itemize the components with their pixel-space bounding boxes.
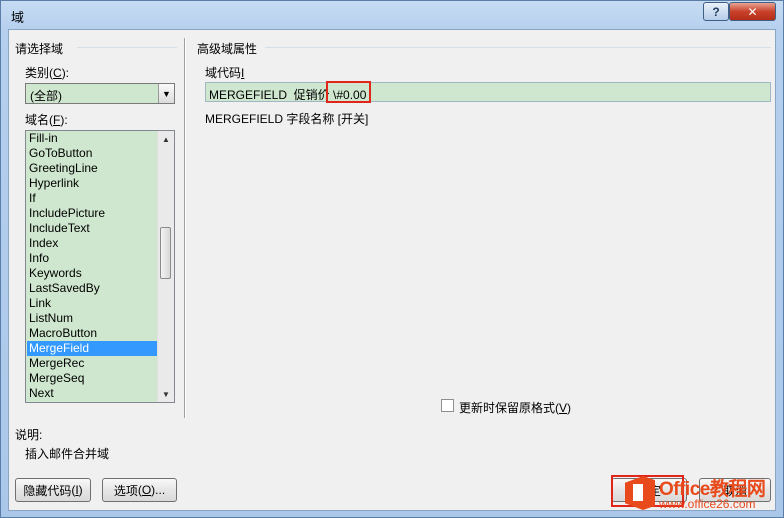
vertical-separator <box>184 38 186 418</box>
dialog-client: 请选择域 类别(C): (全部) ▼ 域名(F): Fill-in GoToBut… <box>8 29 776 511</box>
field-names-list[interactable]: Fill-in GoToButton GreetingLine Hyperlink If… <box>25 130 175 403</box>
watermark-url: www.office26.com <box>659 497 756 511</box>
help-icon: ? <box>712 4 720 19</box>
advanced-properties-group-title: 高级域属性 <box>197 42 258 56</box>
syntax-hint: MERGEFIELD 字段名称 [开关] <box>205 112 369 126</box>
list-item[interactable]: Keywords <box>27 266 158 281</box>
help-button[interactable]: ? <box>703 2 729 21</box>
preserve-format-label[interactable]: 更新时保留原格式(V) <box>459 399 571 416</box>
list-item[interactable]: MergeRec <box>27 356 158 371</box>
list-item[interactable]: IncludeText <box>27 221 158 236</box>
list-item[interactable]: Link <box>27 296 158 311</box>
description-label: 说明: <box>15 428 43 442</box>
close-icon: ✕ <box>747 4 758 19</box>
field-code-label: 域代码I <box>205 66 245 80</box>
list-item[interactable]: GoToButton <box>27 146 158 161</box>
field-names-items: Fill-in GoToButton GreetingLine Hyperlink If… <box>27 131 158 401</box>
choose-field-group-title: 请选择域 <box>15 42 64 56</box>
title-bar: 域 ? ✕ <box>1 1 783 29</box>
chevron-down-icon[interactable]: ▼ <box>158 84 174 103</box>
hide-codes-button[interactable]: 隐藏代码(I) <box>15 478 91 502</box>
dialog-window: 域 ? ✕ 请选择域 类别(C): (全部) ▼ 域名(F): Fill-in G… <box>0 0 784 518</box>
category-value: (全部) <box>30 89 62 103</box>
watermark: Office教程网 www.office26.com <box>625 476 784 512</box>
list-item[interactable]: MacroButton <box>27 326 158 341</box>
description-text: 插入邮件合并域 <box>25 447 110 461</box>
group-divider <box>77 47 177 48</box>
group-divider <box>265 47 771 48</box>
category-label: 类别(C): <box>25 66 70 80</box>
options-button[interactable]: 选项(O)... <box>102 478 177 502</box>
list-item[interactable]: Index <box>27 236 158 251</box>
scroll-down-icon[interactable]: ▼ <box>158 386 174 402</box>
preserve-format-checkbox[interactable] <box>441 399 454 412</box>
list-scrollbar[interactable]: ▲ ▼ <box>157 131 174 402</box>
category-select[interactable]: (全部) ▼ <box>25 83 175 104</box>
close-button[interactable]: ✕ <box>729 2 776 21</box>
list-item[interactable]: Hyperlink <box>27 176 158 191</box>
code-switch-highlight <box>326 81 371 103</box>
list-item[interactable]: Next <box>27 386 158 401</box>
list-item[interactable]: MergeField <box>27 341 158 356</box>
list-item[interactable]: Info <box>27 251 158 266</box>
list-item[interactable]: LastSavedBy <box>27 281 158 296</box>
list-item[interactable]: ListNum <box>27 311 158 326</box>
window-title: 域 <box>11 10 25 25</box>
scroll-up-icon[interactable]: ▲ <box>158 131 174 147</box>
scroll-thumb[interactable] <box>160 227 171 279</box>
list-item[interactable]: If <box>27 191 158 206</box>
list-item[interactable]: IncludePicture <box>27 206 158 221</box>
field-names-label: 域名(F): <box>25 113 68 127</box>
list-item[interactable]: MergeSeq <box>27 371 158 386</box>
list-item[interactable]: GreetingLine <box>27 161 158 176</box>
field-code-input[interactable]: MERGEFIELD 促销价 \#0.00 <box>205 82 771 102</box>
office-logo-icon <box>625 476 655 510</box>
list-item[interactable]: Fill-in <box>27 131 158 146</box>
